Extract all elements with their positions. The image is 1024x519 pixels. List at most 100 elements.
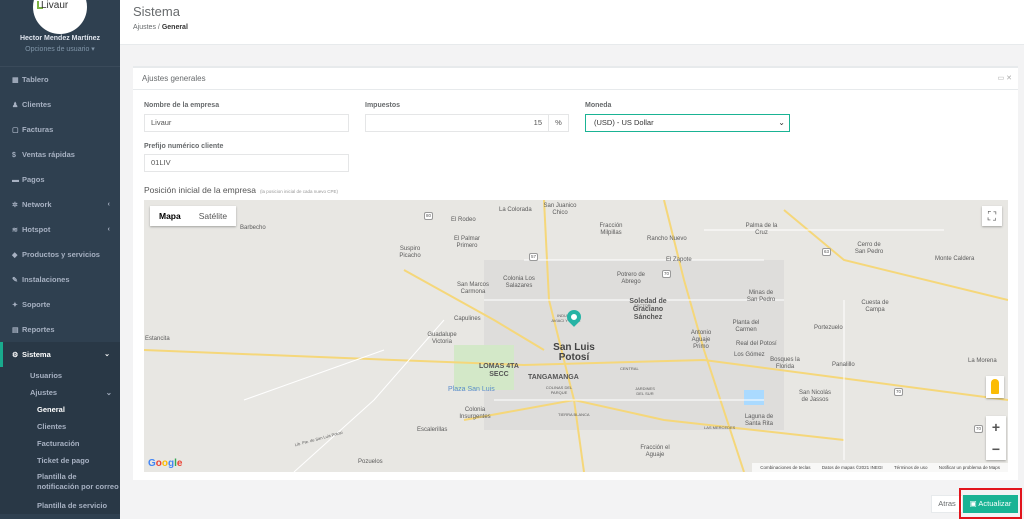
chevron-left-icon: ‹: [107, 226, 110, 233]
sidebar-item-reportes[interactable]: ▤ Reportes: [0, 317, 120, 342]
place-label: San Juanico Chico: [543, 203, 577, 216]
cube-icon: ◆: [12, 252, 18, 259]
nav-label: Ventas rápidas: [22, 150, 75, 159]
attrib-report[interactable]: Notificar un problema de Maps: [939, 465, 1000, 470]
cogs-icon: ⚙: [12, 352, 19, 359]
road-shield: 70: [662, 270, 672, 278]
place-label: Panalillo: [832, 362, 855, 368]
nav-label: Instalaciones: [22, 275, 70, 284]
sidebar-item-facturas[interactable]: ▢ Facturas: [0, 117, 120, 142]
water-area: [744, 390, 764, 405]
users-icon: ♟: [12, 102, 19, 109]
breadcrumb: Ajustes / General: [133, 24, 1024, 31]
place-label: Barbecho: [240, 225, 266, 231]
user-options-dropdown[interactable]: Opciones de usuario ▾: [0, 45, 120, 53]
tax-percent-addon: %: [549, 114, 569, 132]
nav-label: Facturas: [22, 125, 54, 134]
breadcrumb-sep: /: [157, 24, 160, 31]
street-view-pegman-icon[interactable]: [986, 376, 1004, 398]
fullscreen-icon[interactable]: ⛶: [982, 206, 1002, 226]
tax-input[interactable]: 15: [365, 114, 549, 132]
currency-value: (USD) - US Dollar: [594, 118, 654, 127]
sidebar-item-productos[interactable]: ◆ Productos y servicios: [0, 242, 120, 267]
wifi-icon: ≋: [12, 227, 18, 234]
currency-select[interactable]: (USD) - US Dollar ⌄: [585, 114, 790, 132]
nav-label: Tablero: [22, 75, 49, 84]
logo-letter: G: [148, 458, 156, 469]
zoom-in-button[interactable]: +: [986, 416, 1006, 438]
position-title: Posición inicial de la empresa (la posici…: [144, 185, 338, 195]
sidebar: Livaur Hector Mendez Martínez Opciones d…: [0, 0, 120, 519]
submenu-ticket[interactable]: Ticket de pago: [0, 452, 120, 469]
map-type-tabs: Mapa Satélite: [150, 206, 237, 226]
sidebar-item-hotspot[interactable]: ≋ Hotspot ‹: [0, 217, 120, 242]
place-label: LAS MERCEDES: [704, 425, 736, 430]
submenu-plantilla-servicio[interactable]: Plantilla de servicio: [0, 497, 120, 514]
place-label: SECTOR: [634, 303, 651, 308]
submenu-ajustes[interactable]: Ajustes ⌄: [0, 384, 120, 401]
breadcrumb-current: General: [161, 24, 188, 31]
place-label: El Rodeo: [451, 217, 476, 223]
place-label: Antonio Aguaje Primo: [690, 330, 712, 350]
submenu-general[interactable]: General: [0, 401, 120, 418]
attrib-shortcuts[interactable]: Combinaciones de teclas: [760, 465, 810, 470]
user-name: Hector Mendez Martínez: [19, 35, 101, 42]
nav-label: Sistema: [22, 350, 51, 359]
place-label: LOMAS 4TA SECC: [479, 363, 519, 378]
submenu-plantilla-notificacion[interactable]: Plantilla de notificación por correo: [0, 469, 120, 497]
prefix-input[interactable]: 01LIV: [144, 154, 349, 172]
breadcrumb-parent[interactable]: Ajustes: [133, 24, 156, 31]
nav-label: Reportes: [22, 325, 55, 334]
company-name-input[interactable]: Livaur: [144, 114, 349, 132]
sidebar-item-soporte[interactable]: ✦ Soporte: [0, 292, 120, 317]
company-name-label: Nombre de la empresa: [144, 102, 220, 109]
company-logo: Livaur: [33, 0, 87, 34]
settings-panel: Ajustes generales ▭ ✕ Nombre de la empre…: [133, 66, 1018, 480]
place-label: La Morena: [968, 358, 997, 364]
sidebar-item-instalaciones[interactable]: ✎ Instalaciones: [0, 267, 120, 292]
place-label: Cuesta de Campa: [861, 300, 889, 313]
road-shield: 57: [529, 253, 539, 261]
attrib-data: Datos de mapas ©2021 INEGI: [821, 465, 883, 470]
wrench-icon: ✎: [12, 277, 18, 284]
sidebar-item-tablero[interactable]: ▦ Tablero: [0, 67, 120, 92]
sidebar-item-sistema[interactable]: ⚙ Sistema ⌄: [0, 342, 120, 367]
place-label: TIERRA BLANCA: [558, 412, 590, 417]
nav-label: Pagos: [22, 175, 45, 184]
place-label: Monte Caldera: [935, 256, 975, 262]
card-icon: ▬: [12, 177, 19, 184]
nav-label: Soporte: [22, 300, 51, 309]
place-label: Palma de la Cruz: [745, 223, 778, 236]
attrib-terms[interactable]: Términos de uso: [894, 465, 928, 470]
sidebar-item-pagos[interactable]: ▬ Pagos: [0, 167, 120, 192]
sidebar-item-ventas[interactable]: $ Ventas rápidas: [0, 142, 120, 167]
place-label: Real del Potosí: [736, 341, 777, 347]
submenu-usuarios[interactable]: Usuarios: [0, 367, 120, 384]
place-label: El Palmar Primero: [453, 236, 480, 249]
tab-satelite[interactable]: Satélite: [190, 206, 236, 226]
submenu-clientes[interactable]: Clientes: [0, 418, 120, 435]
panel-tools-icons[interactable]: ▭ ✕: [998, 68, 1012, 90]
tab-mapa[interactable]: Mapa: [150, 206, 190, 226]
place-label: Minas de San Pedro: [746, 290, 776, 303]
main-content: Sistema Ajustes / General Ajustes genera…: [120, 0, 1024, 519]
nav-label: Network: [22, 200, 52, 209]
submenu-label: Ajustes: [30, 388, 58, 397]
nav-list: ▦ Tablero ♟ Clientes ▢ Facturas $ Ventas ráp…: [0, 67, 120, 514]
highlight-box: [959, 488, 1022, 519]
place-label: Portezuelo: [814, 325, 843, 331]
zoom-out-button[interactable]: −: [986, 438, 1006, 460]
panel-title: Ajustes generales ▭ ✕: [133, 68, 1018, 90]
submenu-facturacion[interactable]: Facturación: [0, 435, 120, 452]
sidebar-item-network[interactable]: ✲ Network ‹: [0, 192, 120, 217]
map-canvas[interactable]: El Rodeo La Colorada San Juanico Chico F…: [144, 200, 1008, 472]
poi-plaza-san-luis[interactable]: Plaza San Luis: [448, 386, 495, 393]
place-label: Pozuelos: [358, 459, 383, 465]
place-label: Fracción el Aguaje: [640, 445, 670, 458]
sidebar-item-clientes[interactable]: ♟ Clientes: [0, 92, 120, 117]
dashboard-icon: ▦: [12, 77, 19, 84]
place-label: Fracción Milpillas: [599, 223, 623, 236]
chevron-down-icon: ⌄: [105, 388, 112, 397]
place-label: Guadalupe Victoria: [427, 332, 457, 345]
sistema-submenu: Usuarios Ajustes ⌄ General Clientes Factu…: [0, 367, 120, 514]
